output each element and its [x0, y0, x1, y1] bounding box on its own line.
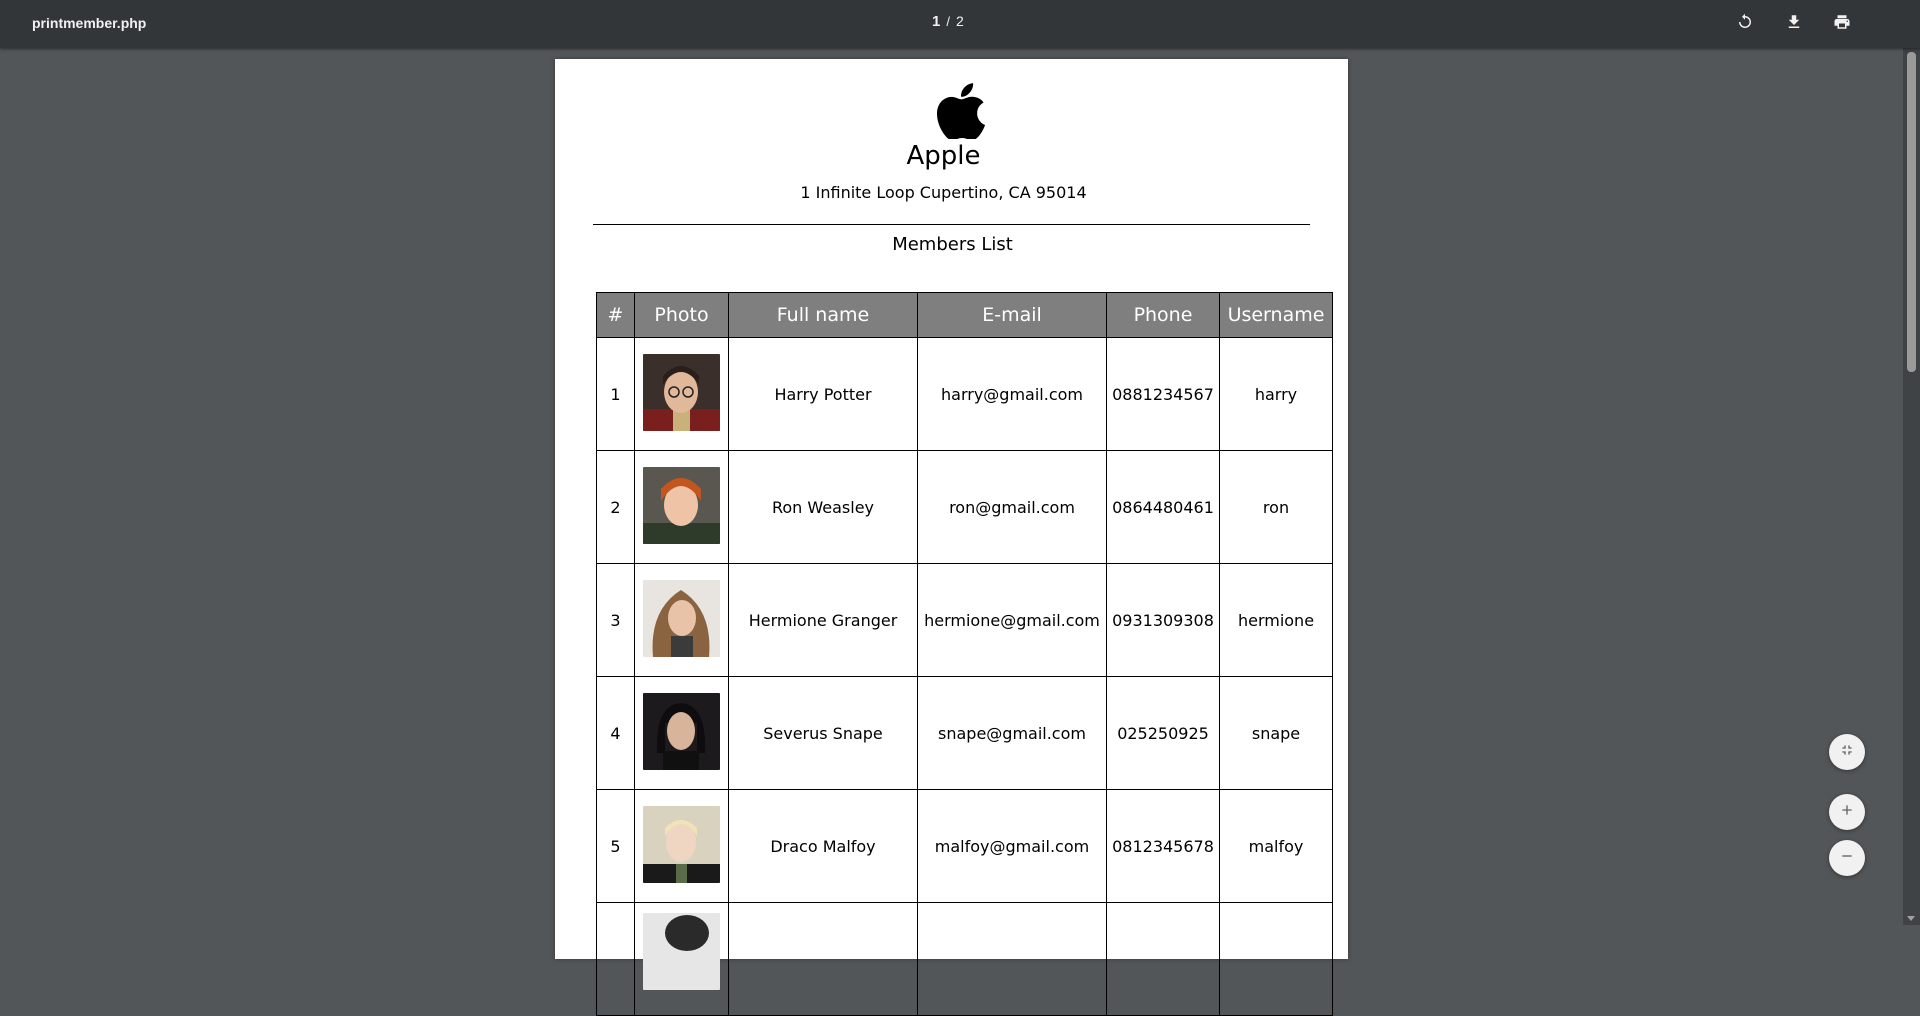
company-address: 1 Infinite Loop Cupertino, CA 95014: [800, 183, 1087, 202]
member-phone: 0812345678: [1106, 789, 1220, 903]
member-phone: 0864480461: [1106, 450, 1220, 564]
zoom-in-button[interactable]: [1829, 794, 1865, 830]
current-page-number[interactable]: 1: [932, 13, 940, 30]
vertical-scrollbar[interactable]: [1903, 0, 1920, 925]
table-row: 3 Hermione Granger hermione@gmail.com 09…: [596, 563, 1333, 677]
rotate-button[interactable]: [1729, 8, 1761, 40]
member-email: [917, 902, 1107, 1016]
member-username: snape: [1219, 676, 1333, 790]
member-phone: 0881234567: [1106, 337, 1220, 451]
list-title: Members List: [892, 234, 1013, 255]
table-row: 4 Severus Snape snape@gmail.com 02525092…: [596, 676, 1333, 790]
member-username: harry: [1219, 337, 1333, 451]
member-username: ron: [1219, 450, 1333, 564]
header-divider: [593, 224, 1310, 225]
column-header-number: #: [596, 292, 635, 338]
page-indicator: 1 / 2: [932, 13, 964, 30]
table-header-row: # Photo Full name E-mail Phone Username: [596, 292, 1333, 338]
fit-to-page-icon: [1839, 742, 1855, 763]
member-username: [1219, 902, 1333, 1016]
column-header-full-name: Full name: [728, 292, 918, 338]
member-photo: [643, 692, 720, 770]
table-row: 2 Ron Weasley ron@gmail.com 0864480461 r…: [596, 450, 1333, 564]
row-number: 4: [596, 676, 635, 790]
scrollbar-thumb[interactable]: [1907, 52, 1916, 372]
total-pages: 2: [955, 13, 964, 29]
print-button[interactable]: [1826, 8, 1858, 40]
member-photo: [643, 466, 720, 544]
zoom-out-icon: [1839, 848, 1855, 869]
member-phone: 025250925: [1106, 676, 1220, 790]
member-username: malfoy: [1219, 789, 1333, 903]
print-icon: [1833, 13, 1851, 36]
rotate-icon: [1736, 13, 1754, 36]
member-phone: 0931309308: [1106, 563, 1220, 677]
column-header-photo: Photo: [634, 292, 729, 338]
table-row: [596, 902, 1333, 1016]
page-separator: /: [946, 14, 950, 29]
table-row: 5 Draco Malfoy malfoy@gmail.com 08123456…: [596, 789, 1333, 903]
member-email: harry@gmail.com: [917, 337, 1107, 451]
pdf-page: Apple 1 Infinite Loop Cupertino, CA 9501…: [555, 59, 1348, 1016]
member-photo: [643, 805, 720, 883]
download-icon: [1785, 13, 1803, 36]
apple-logo-icon: [935, 79, 987, 141]
fit-to-page-button[interactable]: [1829, 734, 1865, 770]
members-table: # Photo Full name E-mail Phone Username …: [596, 292, 1333, 1016]
download-button[interactable]: [1778, 8, 1810, 40]
member-photo: [643, 579, 720, 657]
document-title: printmember.php: [32, 15, 147, 31]
member-full-name: Severus Snape: [728, 676, 918, 790]
pdf-toolbar: printmember.php 1 / 2: [0, 0, 1920, 48]
company-name: Apple: [906, 141, 981, 171]
table-row: 1 Harry Potter harry@gmail.com 088123456…: [596, 337, 1333, 451]
row-number: 5: [596, 789, 635, 903]
row-number: 1: [596, 337, 635, 451]
column-header-phone: Phone: [1106, 292, 1220, 338]
member-full-name: Draco Malfoy: [728, 789, 918, 903]
column-header-email: E-mail: [917, 292, 1107, 338]
member-phone: [1106, 902, 1220, 1016]
row-number: 3: [596, 563, 635, 677]
member-full-name: Harry Potter: [728, 337, 918, 451]
member-email: ron@gmail.com: [917, 450, 1107, 564]
row-number: [596, 902, 635, 1016]
member-full-name: Hermione Granger: [728, 563, 918, 677]
member-email: hermione@gmail.com: [917, 563, 1107, 677]
member-email: snape@gmail.com: [917, 676, 1107, 790]
scroll-down-arrow-icon[interactable]: [1907, 916, 1915, 921]
column-header-username: Username: [1219, 292, 1333, 338]
member-full-name: Ron Weasley: [728, 450, 918, 564]
member-full-name: [728, 902, 918, 1016]
member-photo: [643, 353, 720, 431]
row-number: 2: [596, 450, 635, 564]
member-email: malfoy@gmail.com: [917, 789, 1107, 903]
zoom-out-button[interactable]: [1829, 840, 1865, 876]
member-username: hermione: [1219, 563, 1333, 677]
zoom-in-icon: [1839, 802, 1855, 823]
